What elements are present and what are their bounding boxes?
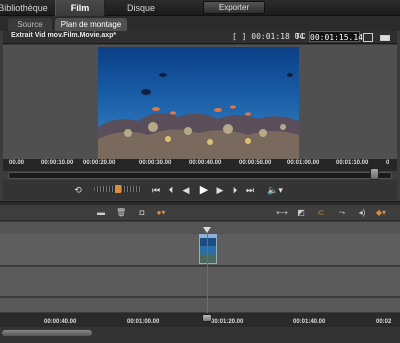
previous-frame-icon[interactable]: ◀ — [180, 184, 192, 196]
ruler-tick: 00:01:00.00 — [127, 319, 160, 325]
ruler-tick: 00:01:00.00 — [287, 160, 320, 166]
video-editor-window: Bibliothèque Film Disque Exporter Source… — [0, 0, 400, 343]
tab-disque[interactable]: Disque — [112, 0, 170, 16]
player-scrub-bar[interactable] — [8, 172, 392, 179]
tab-plan-de-montage[interactable]: Plan de montage — [55, 18, 127, 31]
trash-icon[interactable]: 🗑 — [116, 208, 126, 218]
playhead-line — [207, 233, 208, 321]
loop-icon[interactable]: ⟲ — [72, 184, 84, 196]
display-mode-icon[interactable] — [380, 35, 390, 41]
video-clip[interactable] — [199, 234, 217, 264]
storyboard-icon[interactable]: ▬ — [95, 208, 107, 218]
ruler-tick: 00:00:10.00 — [41, 160, 74, 166]
ruler-tick: 0 — [386, 160, 390, 166]
timeline-scrub-handle[interactable] — [202, 314, 212, 322]
video-frame — [98, 47, 299, 159]
ruler-tick: 00:00:50.00 — [239, 160, 272, 166]
go-to-start-icon[interactable]: ⏮ — [150, 184, 162, 196]
ruler-tick: 00:02 — [376, 319, 392, 325]
ruler-tick: 00:01:10.00 — [336, 160, 369, 166]
voiceover-icon[interactable]: ◂) — [355, 208, 369, 218]
export-button[interactable]: Exporter — [203, 1, 265, 14]
next-frame-icon[interactable]: ▶ — [214, 184, 226, 196]
ruler-tick: 00:01:40.00 — [293, 319, 326, 325]
timecode-label: TC — [295, 32, 306, 41]
go-to-end-icon[interactable]: ⏭ — [244, 184, 256, 196]
ruler-tick: 00:01:20.00 — [211, 319, 244, 325]
tab-bibliotheque[interactable]: Bibliothèque — [0, 0, 50, 16]
timeline-header-strip — [0, 222, 400, 234]
extra-track[interactable] — [0, 298, 400, 312]
effects-icon[interactable]: ◆▾ — [374, 208, 388, 218]
previous-edit-icon[interactable]: ⏴ — [165, 184, 177, 196]
tab-film[interactable]: Film — [55, 0, 105, 16]
audio-mix-icon[interactable]: ◩ — [295, 208, 307, 218]
player-scrub-handle[interactable] — [370, 168, 379, 180]
ruler-tick: 00:00:20.00 — [83, 160, 116, 166]
timecode-field[interactable]: 00:01:15.14 — [309, 31, 363, 42]
timeline-ruler[interactable]: 00:00:40.00 00:01:00.00 00:01:20.00 00:0… — [0, 313, 400, 327]
audio-track[interactable] — [0, 267, 400, 297]
ruler-tick: 00:00:40.00 — [189, 160, 222, 166]
player-time-ruler[interactable]: 00.00 00:00:10.00 00:00:20.00 00:00:30.0… — [3, 159, 397, 171]
volume-icon[interactable]: 🔈▾ — [264, 184, 286, 196]
split-icon[interactable]: ⟷ — [275, 208, 289, 218]
marker-icon[interactable]: ●▾ — [153, 208, 169, 218]
project-title: Extrait Vid mov.Film.Movie.axp* — [11, 32, 117, 39]
ruler-tick: 00:00:30.00 — [139, 160, 172, 166]
magnet-icon[interactable]: ⊂ — [315, 208, 327, 218]
fullscreen-icon[interactable] — [363, 33, 373, 42]
next-edit-icon[interactable]: ⏵ — [229, 184, 241, 196]
play-icon[interactable]: ▶ — [197, 184, 211, 196]
jog-shuttle-handle[interactable] — [115, 185, 121, 193]
ruler-tick: 00:00:40.00 — [44, 319, 77, 325]
main-tab-bar: Bibliothèque Film Disque Exporter — [0, 0, 400, 16]
player-mode-tabs: Source Plan de montage — [0, 16, 400, 31]
player-header: Extrait Vid mov.Film.Movie.axp* [ ] 00:0… — [3, 31, 397, 44]
project-duration: [ ] 00:01:18 04 — [232, 32, 305, 41]
ruler-tick: 00.00 — [9, 160, 25, 166]
video-clip-header — [199, 234, 217, 238]
tab-source[interactable]: Source — [8, 18, 52, 31]
keyframe-icon[interactable]: ⤳ — [336, 208, 348, 218]
timeline-scrollbar-thumb[interactable] — [2, 330, 92, 336]
snapshot-icon[interactable]: ◘ — [136, 208, 148, 218]
